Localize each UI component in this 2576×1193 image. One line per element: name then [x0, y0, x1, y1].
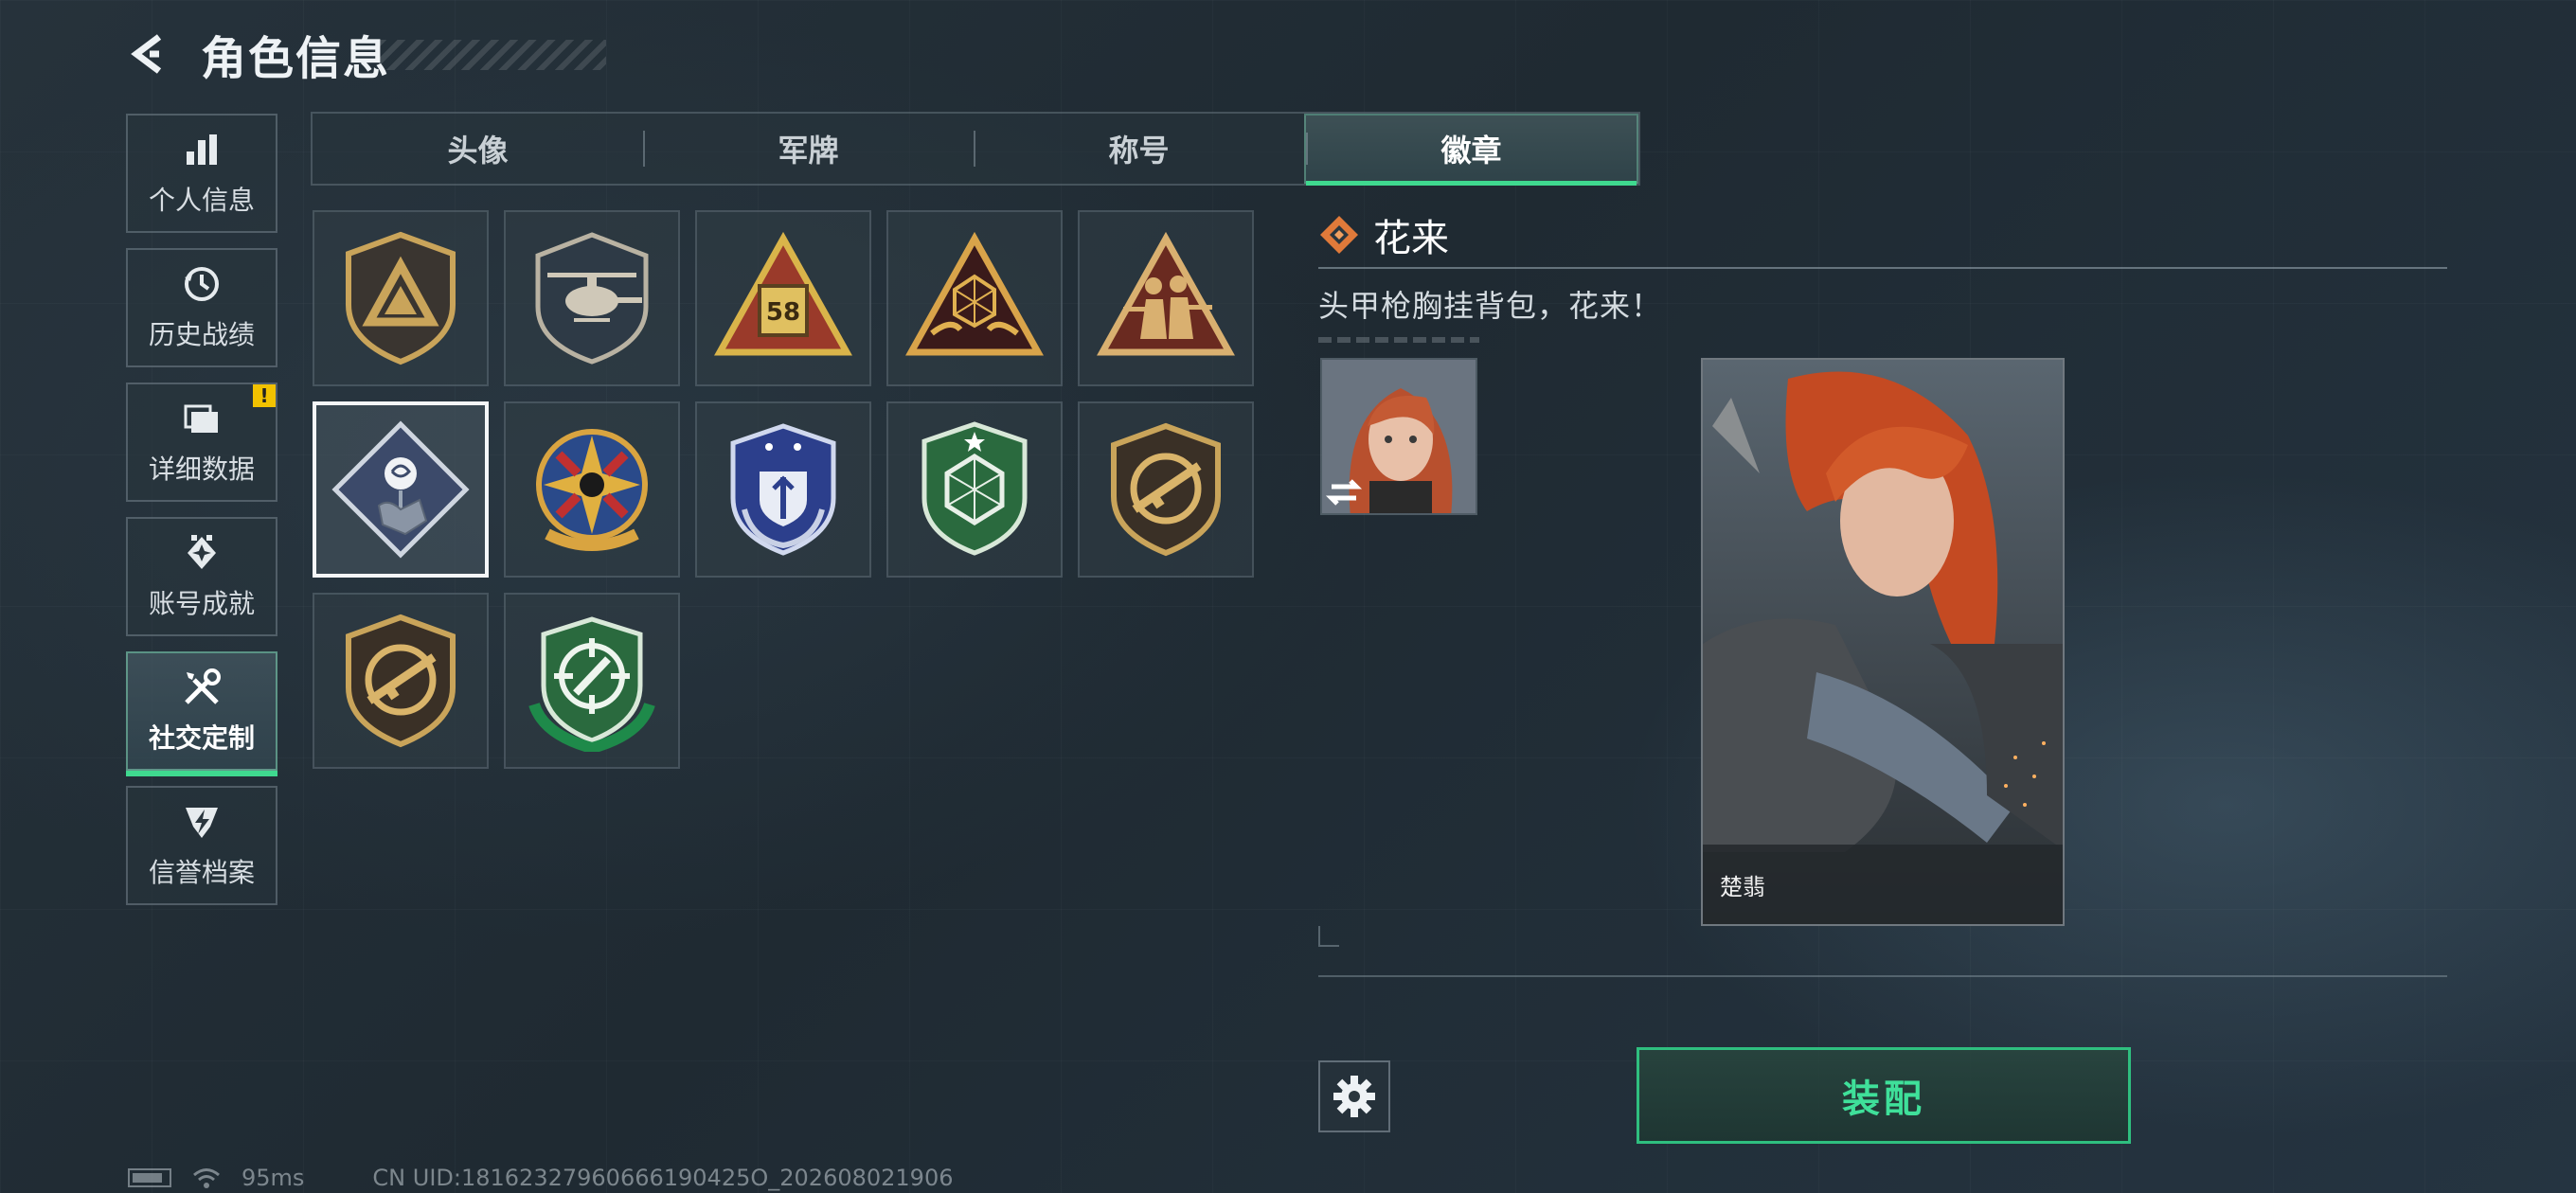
rifle-shield-badge-2-icon: [346, 614, 456, 748]
gear-icon: [1333, 1076, 1375, 1117]
rarity-diamond-icon: [1320, 216, 1358, 254]
rifle-shield-badge-1-icon: [1111, 422, 1221, 557]
header: 角色信息: [123, 21, 390, 87]
character-name: 楚翡: [1720, 873, 1765, 900]
character-portrait-small: [1322, 360, 1476, 513]
badge-cell[interactable]: [313, 593, 489, 769]
blue-wreath-badge-icon: [730, 423, 836, 556]
soldiers-triangle-badge-icon: [1097, 231, 1235, 356]
badge-name: 花来: [1373, 217, 1449, 260]
tab-badge[interactable]: 徽章: [1304, 114, 1638, 186]
tools-icon: [181, 667, 223, 708]
badge-cell[interactable]: [313, 210, 489, 386]
sidebar-item-achievements[interactable]: 账号成就: [126, 517, 277, 636]
uid-text: CN UID:18162327960666190425O_20260802190…: [372, 1165, 954, 1191]
obtain-hint-deco: [1318, 337, 1479, 343]
sidebar-item-detailed-data[interactable]: ! 详细数据: [126, 383, 277, 502]
back-button[interactable]: [123, 27, 176, 80]
badge-cell-selected[interactable]: [313, 401, 489, 578]
star-skull-badge-icon: [536, 429, 648, 551]
divider: [1318, 975, 2447, 977]
badge-cell[interactable]: [886, 210, 1063, 386]
sidebar-item-label: 个人信息: [148, 185, 255, 216]
achievement-icon: [181, 532, 223, 574]
character-name-bar: 楚翡: [1703, 845, 2063, 924]
badge-grid: 58: [313, 210, 1254, 769]
green-gem-badge-icon: [921, 421, 1028, 556]
58-triangle-badge-icon: 58: [714, 231, 852, 356]
badge-detail-panel: 花来 头甲枪胸挂背包，花来！ 楚翡: [1318, 208, 2447, 926]
badge-cell[interactable]: [504, 401, 680, 578]
sidebar-item-label: 社交定制: [148, 722, 255, 754]
equip-button[interactable]: 装配: [1637, 1047, 2131, 1144]
sidebar-item-label: 历史战绩: [148, 319, 255, 350]
sidebar-item-label: 信誉档案: [148, 857, 255, 888]
shield-lightning-icon: [181, 801, 223, 843]
avatar-thumbnail[interactable]: [1320, 358, 1477, 515]
page-title: 角色信息: [201, 32, 391, 85]
alert-badge: !: [253, 384, 276, 407]
battery-icon: [128, 1168, 171, 1187]
badge-description: 头甲枪胸挂背包，花来！: [1318, 288, 1663, 324]
corner-mark-deco: [1318, 926, 1339, 947]
tab-avatar[interactable]: 头像: [313, 114, 643, 184]
sidebar: 个人信息 历史战绩 ! 详细数据 账号成就 社交定制 信誉档案: [126, 114, 277, 920]
back-arrow-icon: [131, 34, 162, 74]
hands-d20-badge-icon: [905, 231, 1044, 356]
triangle-shield-badge-icon: [346, 231, 456, 365]
badge-cell[interactable]: [886, 401, 1063, 578]
detail-header: 花来: [1318, 208, 2447, 261]
settings-button[interactable]: [1318, 1060, 1390, 1132]
history-icon: [181, 263, 223, 305]
bar-chart-icon: [181, 129, 223, 170]
title-stripes-deco: [379, 40, 606, 70]
sidebar-item-label: 详细数据: [148, 454, 255, 485]
badge-cell[interactable]: [695, 401, 871, 578]
helicopter-badge-icon: [535, 232, 649, 365]
status-bar: 95ms CN UID:18162327960666190425O_202608…: [128, 1165, 954, 1191]
sidebar-item-social-custom[interactable]: 社交定制: [126, 651, 277, 776]
rose-fist-badge-icon: [331, 420, 470, 559]
character-portrait-large: [1703, 360, 2063, 924]
sidebar-item-reputation[interactable]: 信誉档案: [126, 786, 277, 905]
tab-title[interactable]: 称号: [974, 114, 1304, 184]
character-card: 楚翡: [1701, 358, 2065, 926]
sidebar-item-history[interactable]: 历史战绩: [126, 248, 277, 367]
svg-text:58: 58: [766, 298, 800, 327]
tab-dogtag[interactable]: 军牌: [643, 114, 974, 184]
badge-cell[interactable]: [504, 593, 680, 769]
green-crosshair-badge-icon: [528, 616, 655, 752]
wifi-icon: [193, 1168, 220, 1188]
badge-cell[interactable]: 58: [695, 210, 871, 386]
badge-cell[interactable]: [1078, 401, 1254, 578]
sidebar-item-personal-info[interactable]: 个人信息: [126, 114, 277, 233]
tab-bar: 头像 军牌 称号 徽章: [311, 112, 1640, 186]
divider: [1318, 267, 2447, 269]
badge-cell[interactable]: [1078, 210, 1254, 386]
ping-value: 95ms: [242, 1165, 305, 1191]
badge-cell[interactable]: [504, 210, 680, 386]
sidebar-item-label: 账号成就: [148, 588, 255, 619]
folders-icon: [181, 398, 223, 439]
